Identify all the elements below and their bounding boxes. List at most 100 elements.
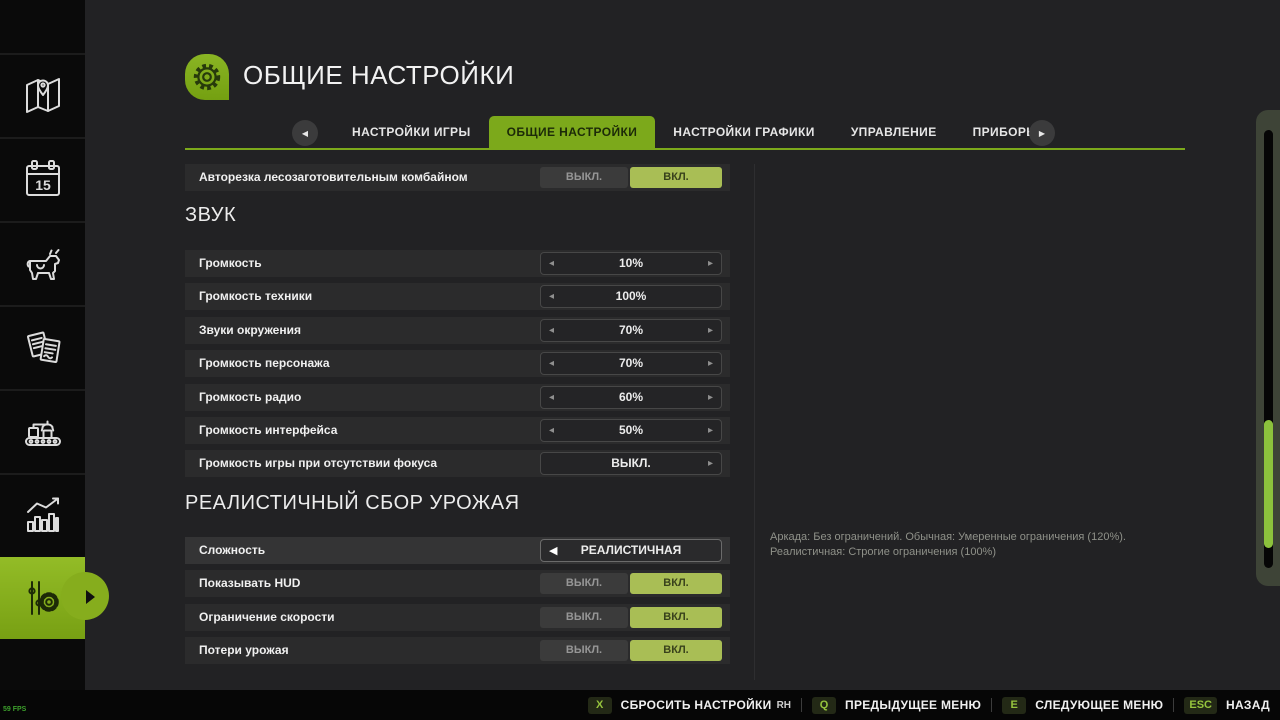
description-line: Аркада: Без ограничений. Обычная: Умерен…	[770, 530, 1210, 545]
setting-row-show-hud[interactable]: Показывать HUD ВЫКЛ. ВКЛ.	[185, 570, 730, 597]
setting-label: Громкость персонажа	[199, 350, 330, 377]
stepper-right-icon[interactable]: ▸	[708, 253, 713, 274]
stepper-control: ◀ РЕАЛИСТИЧНАЯ ▸	[540, 537, 722, 564]
setting-label: Ограничение скорости	[199, 604, 335, 631]
sidebar: 15	[0, 0, 85, 690]
toggle-on-button[interactable]: ВКЛ.	[630, 573, 722, 594]
sidebar-item-contracts[interactable]	[0, 305, 85, 387]
setting-label: Показывать HUD	[199, 570, 300, 597]
setting-row-vehicle-volume[interactable]: Громкость техники ◂ 100% ▸	[185, 283, 730, 310]
stepper-value: РЕАЛИСТИЧНАЯ	[541, 540, 721, 561]
stepper-right-icon[interactable]: ▸	[708, 353, 713, 374]
cow-icon	[19, 239, 67, 287]
setting-row-focus-volume[interactable]: Громкость игры при отсутствии фокуса ◂ В…	[185, 450, 730, 477]
stepper-left-icon[interactable]: ◂	[549, 320, 554, 341]
stepper-value: 50%	[541, 420, 721, 441]
stepper-value: 60%	[541, 387, 721, 408]
settings-icon	[19, 574, 67, 622]
tab-controls[interactable]: УПРАВЛЕНИЕ	[833, 116, 955, 149]
setting-description: Аркада: Без ограничений. Обычная: Умерен…	[770, 530, 1210, 560]
tabs-next-button[interactable]: ▶	[1029, 120, 1055, 146]
toggle-on-button[interactable]: ВКЛ.	[630, 167, 722, 188]
setting-label: Сложность	[199, 537, 265, 564]
setting-row-speed-limit[interactable]: Ограничение скорости ВЫКЛ. ВКЛ.	[185, 604, 730, 631]
stepper-right-icon[interactable]: ▸	[708, 420, 713, 441]
general-settings-screen: 15	[0, 0, 1280, 720]
stepper-left-icon[interactable]: ◂	[549, 387, 554, 408]
toggle-off-button[interactable]: ВЫКЛ.	[540, 573, 628, 594]
toggle-control: ВЫКЛ. ВКЛ.	[540, 637, 722, 664]
tabs-prev-button[interactable]: ◀	[292, 120, 318, 146]
svg-text:15: 15	[35, 177, 51, 193]
fps-counter: 59 FPS	[3, 706, 26, 713]
toggle-on-button[interactable]: ВКЛ.	[630, 607, 722, 628]
keybind-next-menu[interactable]: E СЛЕДУЮЩЕЕ МЕНЮ	[1002, 697, 1163, 714]
page-title: ОБЩИЕ НАСТРОЙКИ	[243, 60, 514, 91]
scrollbar[interactable]	[1256, 110, 1280, 586]
stepper-left-icon[interactable]: ◂	[549, 253, 554, 274]
keybind-label-suffix: RH	[777, 700, 791, 711]
stepper-left-icon[interactable]: ◀	[549, 540, 557, 561]
production-icon	[19, 407, 67, 455]
stepper-left-icon[interactable]: ◂	[549, 353, 554, 374]
keybind-back[interactable]: ESC НАЗАД	[1184, 697, 1270, 714]
setting-row-character-volume[interactable]: Громкость персонажа ◂ 70% ▸	[185, 350, 730, 377]
stepper-control: ◂ 60% ▸	[540, 384, 722, 411]
tab-graphics-settings[interactable]: НАСТРОЙКИ ГРАФИКИ	[655, 116, 833, 149]
sidebar-item-production[interactable]	[0, 389, 85, 471]
setting-row-ui-volume[interactable]: Громкость интерфейса ◂ 50% ▸	[185, 417, 730, 444]
key-badge-q: Q	[812, 697, 836, 714]
toggle-off-button[interactable]: ВЫКЛ.	[540, 607, 628, 628]
stepper-right-icon[interactable]: ▸	[708, 453, 713, 474]
sidebar-item-statistics[interactable]	[0, 473, 85, 555]
panel-divider	[754, 164, 755, 680]
divider	[1173, 698, 1174, 712]
setting-label: Громкость техники	[199, 283, 312, 310]
description-line: Реалистичная: Строгие ограничения (100%)	[770, 545, 1210, 560]
stepper-right-icon[interactable]: ▸	[708, 387, 713, 408]
keybind-label: СБРОСИТЬ НАСТРОЙКИ	[621, 698, 772, 712]
setting-row-volume[interactable]: Громкость ◂ 10% ▸	[185, 250, 730, 277]
stepper-control: ◂ 50% ▸	[540, 417, 722, 444]
setting-label: Авторезка лесозаготовительным комбайном	[199, 164, 468, 191]
setting-row-ambience-volume[interactable]: Звуки окружения ◂ 70% ▸	[185, 317, 730, 344]
stepper-value: 100%	[541, 286, 721, 307]
tab-general-settings[interactable]: ОБЩИЕ НАСТРОЙКИ	[489, 116, 656, 149]
stepper-left-icon[interactable]: ◂	[549, 286, 554, 307]
tab-bar: НАСТРОЙКИ ИГРЫ ОБЩИЕ НАСТРОЙКИ НАСТРОЙКИ…	[334, 116, 1056, 149]
toggle-control: ВЫКЛ. ВКЛ.	[540, 164, 722, 191]
stepper-control: ◂ 10% ▸	[540, 250, 722, 277]
tab-underline	[185, 148, 1185, 150]
toggle-off-button[interactable]: ВЫКЛ.	[540, 640, 628, 661]
toggle-on-button[interactable]: ВКЛ.	[630, 640, 722, 661]
scrollbar-track[interactable]	[1264, 130, 1273, 568]
scrollbar-thumb[interactable]	[1264, 420, 1273, 548]
setting-label: Громкость игры при отсутствии фокуса	[199, 450, 437, 477]
sidebar-active-bump	[61, 572, 109, 620]
sidebar-item-animals[interactable]	[0, 221, 85, 303]
divider	[801, 698, 802, 712]
keybind-previous-menu[interactable]: Q ПРЕДЫДУЩЕЕ МЕНЮ	[812, 697, 981, 714]
keybind-label: СЛЕДУЮЩЕЕ МЕНЮ	[1035, 698, 1163, 712]
setting-row-radio-volume[interactable]: Громкость радио ◂ 60% ▸	[185, 384, 730, 411]
setting-row-difficulty[interactable]: Сложность ◀ РЕАЛИСТИЧНАЯ ▸	[185, 537, 730, 564]
setting-row-harvest-loss[interactable]: Потери урожая ВЫКЛ. ВКЛ.	[185, 637, 730, 664]
sidebar-item-calendar[interactable]: 15	[0, 137, 85, 219]
sidebar-active-caret-icon	[86, 590, 95, 604]
stepper-control: ◂ ВЫКЛ. ▸	[540, 450, 722, 477]
stepper-left-icon[interactable]: ◂	[549, 420, 554, 441]
page-title-badge	[185, 54, 229, 100]
section-title-sound: ЗВУК	[185, 204, 236, 227]
keybind-reset-settings[interactable]: X СБРОСИТЬ НАСТРОЙКИ RH	[588, 697, 791, 714]
sidebar-item-map[interactable]	[0, 53, 85, 135]
tab-game-settings[interactable]: НАСТРОЙКИ ИГРЫ	[334, 116, 489, 149]
key-badge-x: X	[588, 697, 612, 714]
toggle-off-button[interactable]: ВЫКЛ.	[540, 167, 628, 188]
stepper-control: ◂ 100% ▸	[540, 283, 722, 310]
chevron-left-icon: ◀	[302, 129, 308, 138]
stepper-right-icon[interactable]: ▸	[708, 320, 713, 341]
stepper-value: 10%	[541, 253, 721, 274]
setting-row-autocut[interactable]: Авторезка лесозаготовительным комбайном …	[185, 164, 730, 191]
setting-label: Звуки окружения	[199, 317, 301, 344]
keybind-label: НАЗАД	[1226, 698, 1270, 712]
